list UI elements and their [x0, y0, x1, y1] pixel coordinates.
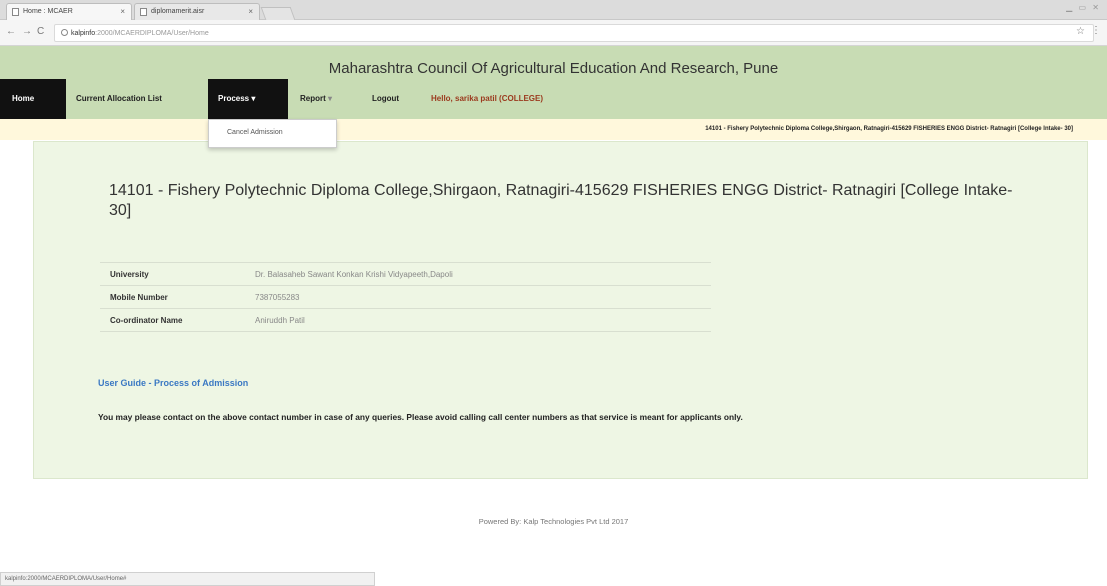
- college-info-strip: 14101 - Fishery Polytechnic Diploma Coll…: [0, 119, 1107, 140]
- tab-title: Home : MCAER: [23, 8, 73, 15]
- page-icon: [140, 8, 147, 16]
- tab-title: diplomamerit.aisr: [151, 8, 205, 15]
- row-value: Dr. Balasaheb Sawant Konkan Krishi Vidya…: [245, 262, 711, 286]
- user-guide-link[interactable]: User Guide - Process of Admission: [98, 378, 248, 388]
- menu-item-cancel-admission[interactable]: Cancel Admission: [227, 129, 283, 136]
- bookmark-star-icon[interactable]: ☆: [1076, 26, 1085, 37]
- nav-process-label: Process: [218, 94, 250, 103]
- table-row: Co-ordinator Name Aniruddh Patil: [100, 308, 711, 332]
- forward-arrow-icon[interactable]: →: [22, 26, 32, 37]
- college-info-text: 14101 - Fishery Polytechnic Diploma Coll…: [705, 126, 1073, 132]
- caret-down-icon: ▾: [328, 94, 333, 103]
- main-panel: 14101 - Fishery Polytechnic Diploma Coll…: [33, 141, 1088, 479]
- row-label: Mobile Number: [100, 285, 245, 309]
- site-header: Maharashtra Council Of Agricultural Educ…: [0, 46, 1107, 119]
- college-details-table: University Dr. Balasaheb Sawant Konkan K…: [100, 262, 711, 332]
- window-controls[interactable]: ▁ ▭ ✕: [1066, 3, 1101, 12]
- caret-down-icon: ▾: [251, 94, 256, 103]
- process-dropdown-menu: Cancel Admission: [208, 119, 337, 148]
- site-title: Maharashtra Council Of Agricultural Educ…: [328, 60, 779, 77]
- nav-process[interactable]: Process ▾: [208, 79, 288, 119]
- row-label: Co-ordinator Name: [100, 308, 245, 332]
- url-host: kalpinfo: [71, 30, 96, 37]
- close-icon[interactable]: ×: [248, 7, 253, 16]
- browser-tab-merit[interactable]: diplomamerit.aisr ×: [134, 3, 260, 20]
- browser-tab-home[interactable]: Home : MCAER ×: [6, 3, 132, 20]
- browser-tab-bar: Home : MCAER × diplomamerit.aisr × ▁ ▭ ✕: [0, 0, 1107, 20]
- nav-current-allocation-list[interactable]: Current Allocation List: [76, 94, 162, 103]
- browser-status-bar: kalpinfo:2000/MCAERDIPLOMA/User/Home#: [0, 572, 375, 586]
- row-value: Aniruddh Patil: [245, 308, 711, 332]
- url-input[interactable]: kalpinfo:2000/MCAERDIPLOMA/User/Home: [54, 24, 1094, 42]
- close-icon[interactable]: ×: [120, 7, 125, 16]
- menu-dots-icon[interactable]: ⋮: [1091, 25, 1101, 36]
- nav-report-label: Report: [300, 94, 326, 103]
- address-bar: ← → C kalpinfo:2000/MCAERDIPLOMA/User/Ho…: [0, 20, 1107, 46]
- page-icon: [12, 8, 19, 16]
- info-icon[interactable]: [61, 29, 68, 36]
- nav-report[interactable]: Report ▾: [300, 94, 332, 103]
- table-row: Mobile Number 7387055283: [100, 285, 711, 309]
- nav-home[interactable]: Home: [0, 79, 66, 119]
- footer-credit: Powered By: Kalp Technologies Pvt Ltd 20…: [478, 517, 629, 526]
- url-path: :2000/MCAERDIPLOMA/User/Home: [95, 30, 209, 37]
- table-row: University Dr. Balasaheb Sawant Konkan K…: [100, 262, 711, 286]
- nav-logout[interactable]: Logout: [372, 94, 399, 103]
- page-title: 14101 - Fishery Polytechnic Diploma Coll…: [109, 182, 1013, 219]
- back-arrow-icon[interactable]: ←: [6, 26, 16, 37]
- reload-icon[interactable]: C: [37, 26, 44, 37]
- user-greeting: Hello, sarika patil (COLLEGE): [431, 94, 544, 103]
- contact-notice: You may please contact on the above cont…: [98, 412, 743, 422]
- row-value: 7387055283: [245, 285, 711, 309]
- new-tab-button[interactable]: [260, 7, 296, 20]
- row-label: University: [100, 262, 245, 286]
